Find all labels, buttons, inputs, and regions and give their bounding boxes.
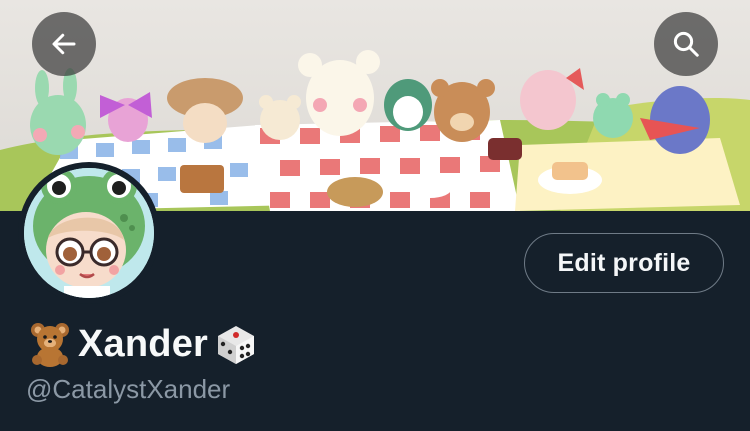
cookie-plate [408, 178, 452, 198]
back-button[interactable] [32, 12, 96, 76]
edit-profile-button[interactable]: Edit profile [524, 233, 724, 293]
pink-pig-character [520, 68, 584, 130]
display-name: Xander [78, 322, 209, 365]
green-frog-character [593, 93, 633, 138]
chocolate-box [488, 138, 522, 160]
display-name-row: Xander [26, 316, 260, 372]
avatar-image [24, 168, 154, 298]
picnic-basket-box [180, 165, 224, 193]
fruit-basket [327, 177, 383, 207]
dice-icon [218, 326, 255, 364]
teddy-bear-icon [31, 323, 69, 367]
frog-hat-girl-avatar-icon [24, 168, 154, 298]
bunny-character [30, 68, 86, 155]
small-bear-character [259, 95, 301, 140]
avatar[interactable] [18, 162, 160, 304]
profile-page: Edit profile Xander @CatalystXander [0, 0, 750, 431]
penguin-character [384, 79, 432, 131]
search-icon [673, 31, 699, 57]
search-button[interactable] [654, 12, 718, 76]
user-handle: @CatalystXander [26, 374, 231, 404]
arrow-left-icon [52, 33, 76, 55]
